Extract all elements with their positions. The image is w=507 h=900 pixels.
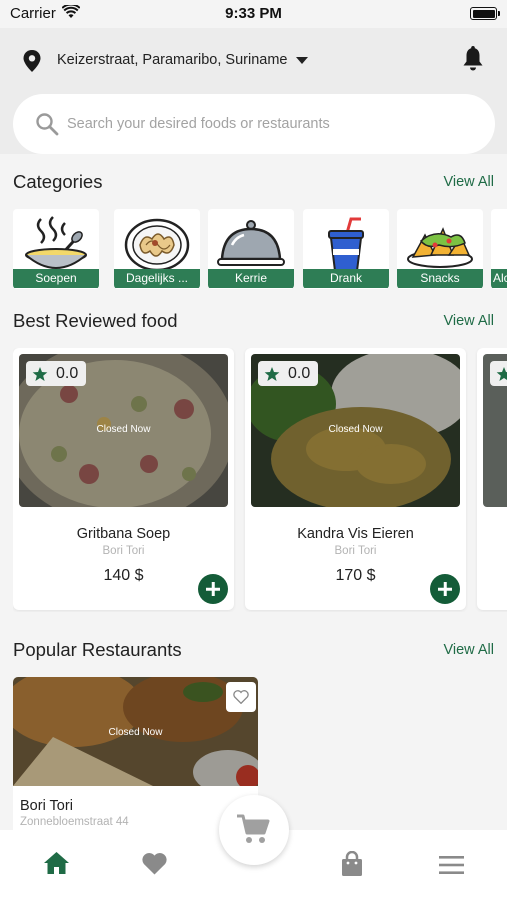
category-dagelijks[interactable]: Dagelijks ... bbox=[114, 209, 200, 289]
add-to-cart-button[interactable] bbox=[430, 574, 460, 604]
food-restaurant: Bori Tori bbox=[334, 545, 377, 557]
search-bar[interactable] bbox=[13, 94, 495, 154]
categories-list: Soepen Dagelijks ... Kerrie Drank Snacks… bbox=[13, 209, 507, 291]
category-label: Dagelijks ... bbox=[114, 269, 200, 288]
favorite-button[interactable] bbox=[226, 682, 256, 712]
category-snacks[interactable]: Snacks bbox=[397, 209, 483, 289]
cart-icon bbox=[237, 814, 270, 843]
restaurant-name: Bori Tori bbox=[20, 798, 73, 814]
category-drank[interactable]: Drank bbox=[303, 209, 389, 289]
restaurant-card[interactable]: Closed Now Bori Tori Zonnebloemstraat 44 bbox=[13, 677, 258, 830]
nachos-icon bbox=[407, 227, 473, 268]
popular-restaurants-view-all-link[interactable]: View All bbox=[443, 642, 494, 658]
category-soepen[interactable]: Soepen bbox=[13, 209, 99, 289]
closed-now-label: Closed Now bbox=[328, 424, 383, 435]
rating-badge: 0.0 bbox=[26, 361, 87, 386]
cart-button[interactable] bbox=[219, 795, 289, 865]
rating-badge bbox=[490, 361, 507, 386]
battery-icon bbox=[470, 7, 500, 20]
star-icon bbox=[264, 366, 280, 381]
category-kerrie[interactable]: Kerrie bbox=[208, 209, 294, 289]
status-bar: Carrier 9:33 PM bbox=[0, 0, 507, 28]
clock: 9:33 PM bbox=[225, 5, 282, 22]
location-pin-icon bbox=[23, 50, 41, 77]
food-image bbox=[483, 354, 507, 507]
food-card[interactable]: 0.0 Closed Now Kandra Vis Eieren Bori To… bbox=[245, 348, 466, 610]
restaurant-address: Zonnebloemstraat 44 bbox=[20, 816, 129, 828]
category-label: Snacks bbox=[397, 269, 483, 288]
food-card[interactable]: 0.0 Closed Now Gritbana Soep Bori Tori 1… bbox=[13, 348, 234, 610]
soup-bowl-icon bbox=[25, 216, 87, 269]
star-icon bbox=[32, 366, 48, 381]
chevron-down-icon[interactable] bbox=[296, 57, 308, 64]
category-label: Alc bbox=[491, 269, 507, 288]
food-card-partial[interactable] bbox=[477, 348, 507, 610]
cloche-icon bbox=[217, 220, 285, 266]
noodle-plate-icon bbox=[124, 218, 190, 271]
closed-now-label: Closed Now bbox=[96, 424, 151, 435]
food-name: Kandra Vis Eieren bbox=[297, 526, 414, 542]
popular-restaurants-title: Popular Restaurants bbox=[13, 639, 182, 660]
category-alcohol[interactable]: Alc bbox=[491, 209, 507, 289]
shopping-bag-icon[interactable] bbox=[341, 850, 363, 882]
best-reviewed-list: 0.0 Closed Now Gritbana Soep Bori Tori 1… bbox=[13, 348, 507, 612]
food-image: 0.0 Closed Now bbox=[19, 354, 228, 507]
food-restaurant: Bori Tori bbox=[102, 545, 145, 557]
heart-icon[interactable] bbox=[141, 852, 168, 880]
category-label: Drank bbox=[303, 269, 389, 288]
categories-view-all-link[interactable]: View All bbox=[443, 174, 494, 190]
categories-title: Categories bbox=[13, 171, 103, 192]
best-reviewed-view-all-link[interactable]: View All bbox=[443, 313, 494, 329]
header: Keizerstraat, Paramaribo, Suriname bbox=[0, 28, 507, 154]
closed-now-label: Closed Now bbox=[108, 727, 163, 738]
food-name: Gritbana Soep bbox=[76, 526, 171, 542]
food-image: 0.0 Closed Now bbox=[251, 354, 460, 507]
drink-cup-icon bbox=[328, 217, 364, 271]
add-to-cart-button[interactable] bbox=[198, 574, 228, 604]
bell-icon[interactable] bbox=[462, 46, 484, 77]
search-icon bbox=[35, 112, 59, 141]
rating-value: 0.0 bbox=[288, 364, 311, 382]
menu-icon[interactable] bbox=[439, 856, 464, 879]
search-input[interactable] bbox=[67, 94, 467, 154]
best-reviewed-title: Best Reviewed food bbox=[13, 310, 178, 331]
rating-value: 0.0 bbox=[56, 364, 79, 382]
star-icon bbox=[496, 366, 507, 381]
category-label: Soepen bbox=[13, 269, 99, 288]
heart-outline-icon bbox=[233, 690, 249, 704]
restaurant-image: Closed Now bbox=[13, 677, 258, 786]
home-icon[interactable] bbox=[44, 852, 69, 879]
category-label: Kerrie bbox=[208, 269, 294, 288]
location-label[interactable]: Keizerstraat, Paramaribo, Suriname bbox=[57, 52, 288, 68]
rating-badge: 0.0 bbox=[258, 361, 319, 386]
